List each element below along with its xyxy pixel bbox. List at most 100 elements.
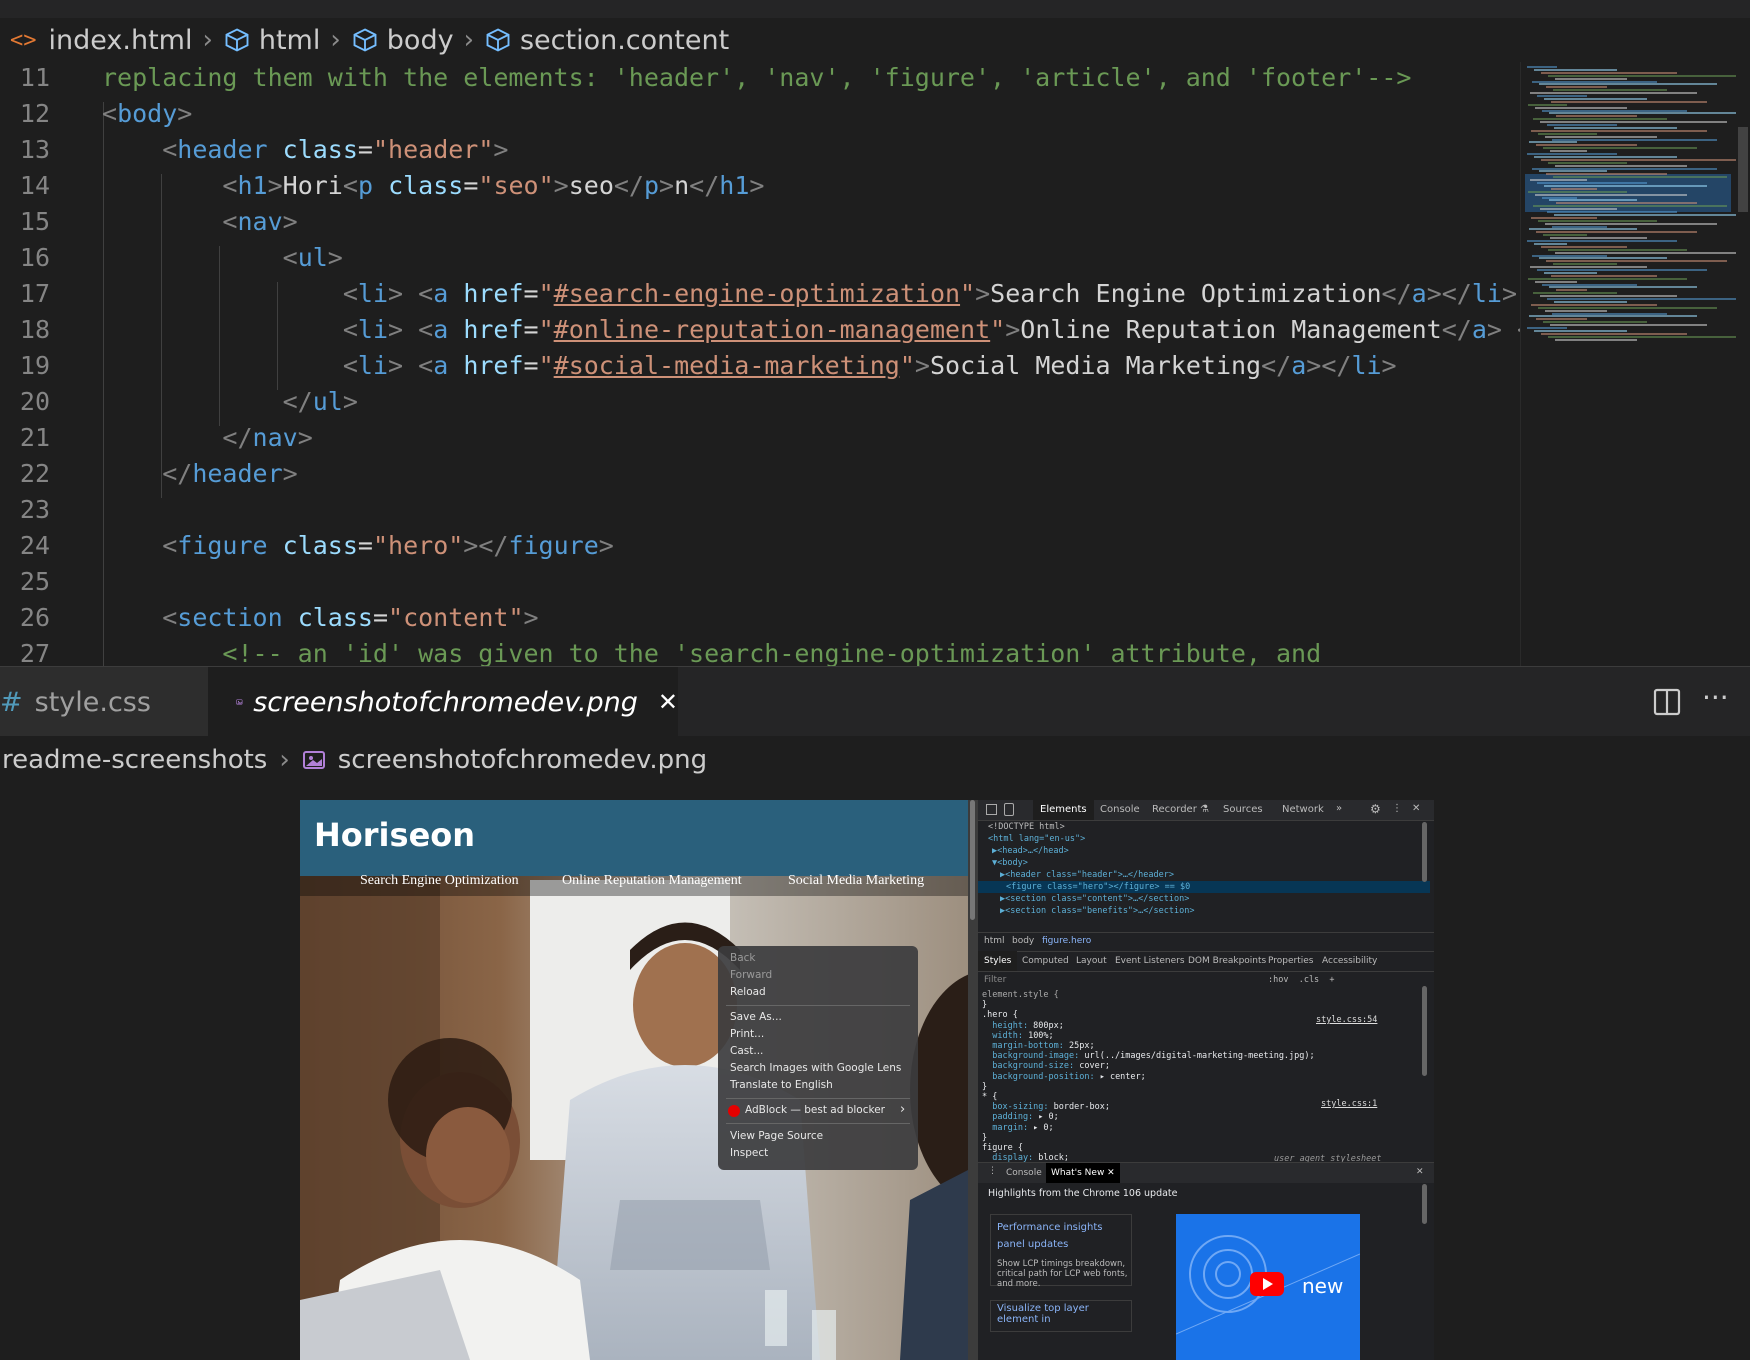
- code-line[interactable]: 25: [0, 564, 1520, 600]
- tab-screenshot-png[interactable]: screenshotofchromedev.png ✕: [208, 667, 678, 737]
- tab-console[interactable]: Console: [1100, 804, 1140, 815]
- menu-item-forward[interactable]: Forward: [730, 969, 772, 981]
- breadcrumb-folder[interactable]: readme-screenshots: [2, 745, 267, 775]
- css-value[interactable]: cover;: [1074, 1061, 1110, 1071]
- kebab-menu-icon[interactable]: ⋮: [1392, 803, 1402, 814]
- code-line[interactable]: 24 <figure class="hero"></figure>: [0, 528, 1520, 564]
- css-value[interactable]: ▸ 0;: [1028, 1123, 1053, 1133]
- menu-item-translate[interactable]: Translate to English: [730, 1079, 833, 1091]
- css-value[interactable]: 100%;: [1023, 1031, 1054, 1041]
- code-line[interactable]: 26 <section class="content">: [0, 600, 1520, 636]
- dom-node[interactable]: ▶<section class="content">…</section>: [1000, 894, 1189, 904]
- card-title[interactable]: Visualize top layer element in: [997, 1303, 1131, 1325]
- menu-item-back[interactable]: Back: [730, 952, 756, 964]
- style-tools[interactable]: :hov .cls +: [1268, 975, 1335, 985]
- minimap[interactable]: [1520, 62, 1737, 666]
- dom-node[interactable]: <!DOCTYPE html>: [988, 822, 1065, 832]
- scrollbar-thumb[interactable]: [1422, 986, 1427, 1076]
- code-line[interactable]: 17 <li> <a href="#search-engine-optimiza…: [0, 276, 1520, 312]
- breadcrumb-file[interactable]: screenshotofchromedev.png: [338, 745, 707, 775]
- close-icon[interactable]: ✕: [1416, 1167, 1424, 1177]
- menu-item-cast[interactable]: Cast...: [730, 1045, 763, 1057]
- gear-icon[interactable]: ⚙: [1370, 802, 1381, 816]
- code-line[interactable]: 18 <li> <a href="#online-reputation-mana…: [0, 312, 1520, 348]
- code-line[interactable]: 11 replacing them with the elements: 'hea…: [0, 66, 1520, 96]
- dom-node[interactable]: ▼<body>: [992, 858, 1028, 868]
- dom-node[interactable]: ▶<head>…</head>: [992, 846, 1069, 856]
- dom-node-selected[interactable]: <figure class="hero"></figure> == $0: [1006, 882, 1190, 892]
- css-value[interactable]: ▸ 0;: [1033, 1112, 1058, 1122]
- tab-recorder[interactable]: Recorder ⚗: [1152, 804, 1209, 815]
- css-value[interactable]: url(../images/digital-marketing-meeting.…: [1079, 1051, 1314, 1061]
- subtab-computed[interactable]: Computed: [1022, 956, 1069, 966]
- subtab-event-listeners[interactable]: Event Listeners: [1115, 956, 1185, 966]
- close-icon[interactable]: ✕: [1412, 803, 1420, 814]
- whats-new-card[interactable]: Performance insights panel updates Show …: [990, 1214, 1132, 1289]
- tab-network[interactable]: Network: [1282, 804, 1324, 815]
- menu-item-save-as[interactable]: Save As...: [730, 1011, 782, 1023]
- code-line[interactable]: 13 <header class="header">: [0, 132, 1520, 168]
- code-line[interactable]: 15 <nav>: [0, 204, 1520, 240]
- menu-item-view-source[interactable]: View Page Source: [730, 1130, 823, 1142]
- inspect-element-icon[interactable]: [986, 804, 997, 815]
- breadcrumb-item-body[interactable]: body: [351, 25, 454, 56]
- drawer-tab-console[interactable]: Console: [1006, 1168, 1042, 1178]
- code-line[interactable]: 19 <li> <a href="#social-media-marketing…: [0, 348, 1520, 384]
- style-source-link[interactable]: style.css:1: [1321, 1099, 1377, 1109]
- css-property[interactable]: margin:: [982, 1123, 1028, 1133]
- css-property[interactable]: margin-bottom:: [982, 1041, 1064, 1051]
- more-actions-icon[interactable]: ···: [1702, 681, 1729, 714]
- whats-new-card[interactable]: Visualize top layer element in: [990, 1300, 1132, 1332]
- dom-node[interactable]: <html lang="en-us">: [988, 834, 1085, 844]
- scrollbar-thumb[interactable]: [1738, 127, 1748, 212]
- split-editor-icon[interactable]: [1652, 687, 1682, 717]
- nav-link-seo[interactable]: Search Engine Optimization: [360, 873, 519, 889]
- panel-divider[interactable]: [968, 800, 978, 1360]
- css-value[interactable]: border-box;: [1049, 1102, 1110, 1112]
- css-property[interactable]: background-position:: [982, 1072, 1094, 1082]
- tab-elements[interactable]: Elements: [1033, 800, 1094, 820]
- drawer-tab-whats-new[interactable]: What's New ✕: [1046, 1163, 1120, 1183]
- subtab-accessibility[interactable]: Accessibility: [1322, 956, 1377, 966]
- menu-item-google-lens[interactable]: Search Images with Google Lens: [730, 1062, 901, 1074]
- dom-crumb[interactable]: html: [984, 936, 1005, 946]
- css-value[interactable]: 25px;: [1064, 1041, 1095, 1051]
- breadcrumb-file[interactable]: index.html: [49, 25, 193, 56]
- tab-style-css[interactable]: # style.css: [0, 667, 208, 737]
- menu-item-adblock[interactable]: AdBlock — best ad blocker: [745, 1104, 885, 1116]
- css-value[interactable]: ▸ center;: [1095, 1072, 1146, 1082]
- code-line[interactable]: 22 </header>: [0, 456, 1520, 492]
- dom-node[interactable]: ▶<section class="benefits">…</section>: [1000, 906, 1194, 916]
- scrollbar-thumb[interactable]: [1422, 822, 1427, 882]
- breadcrumb-item-section[interactable]: section.content: [484, 25, 729, 56]
- dom-crumb[interactable]: figure.hero: [1042, 936, 1091, 946]
- css-property[interactable]: height:: [982, 1021, 1028, 1031]
- tab-sources[interactable]: Sources: [1223, 804, 1263, 815]
- more-tabs-icon[interactable]: »: [1336, 803, 1342, 814]
- menu-item-print[interactable]: Print...: [730, 1028, 764, 1040]
- css-property[interactable]: display:: [982, 1153, 1033, 1162]
- menu-item-inspect[interactable]: Inspect: [730, 1147, 768, 1159]
- style-source-link[interactable]: style.css:54: [1316, 1015, 1377, 1025]
- card-title[interactable]: Performance insights panel updates: [997, 1219, 1125, 1253]
- code-editor[interactable]: 11 replacing them with the elements: 'hea…: [0, 66, 1520, 666]
- video-thumbnail[interactable]: new: [1176, 1214, 1360, 1360]
- css-value[interactable]: block;: [1033, 1153, 1069, 1162]
- dom-crumb[interactable]: body: [1012, 936, 1034, 946]
- code-line[interactable]: 12 <body>: [0, 96, 1520, 132]
- nav-link-orm[interactable]: Online Reputation Management: [562, 873, 742, 889]
- css-property[interactable]: background-image:: [982, 1051, 1079, 1061]
- editor-scrollbar[interactable]: [1736, 62, 1750, 666]
- nav-link-smm[interactable]: Social Media Marketing: [788, 873, 924, 889]
- code-line[interactable]: 23: [0, 492, 1520, 528]
- dom-node[interactable]: ▶<header class="header">…</header>: [1000, 870, 1174, 880]
- css-property[interactable]: padding:: [982, 1112, 1033, 1122]
- code-line[interactable]: 14 <h1>Hori<p class="seo">seo</p>n</h1>: [0, 168, 1520, 204]
- scrollbar-thumb[interactable]: [1422, 1184, 1427, 1224]
- subtab-properties[interactable]: Properties: [1268, 956, 1313, 966]
- breadcrumb-item-html[interactable]: html: [223, 25, 320, 56]
- menu-item-reload[interactable]: Reload: [730, 986, 766, 998]
- filter-input[interactable]: Filter: [984, 975, 1006, 985]
- scrollbar-thumb[interactable]: [970, 800, 975, 920]
- css-property[interactable]: width:: [982, 1031, 1023, 1041]
